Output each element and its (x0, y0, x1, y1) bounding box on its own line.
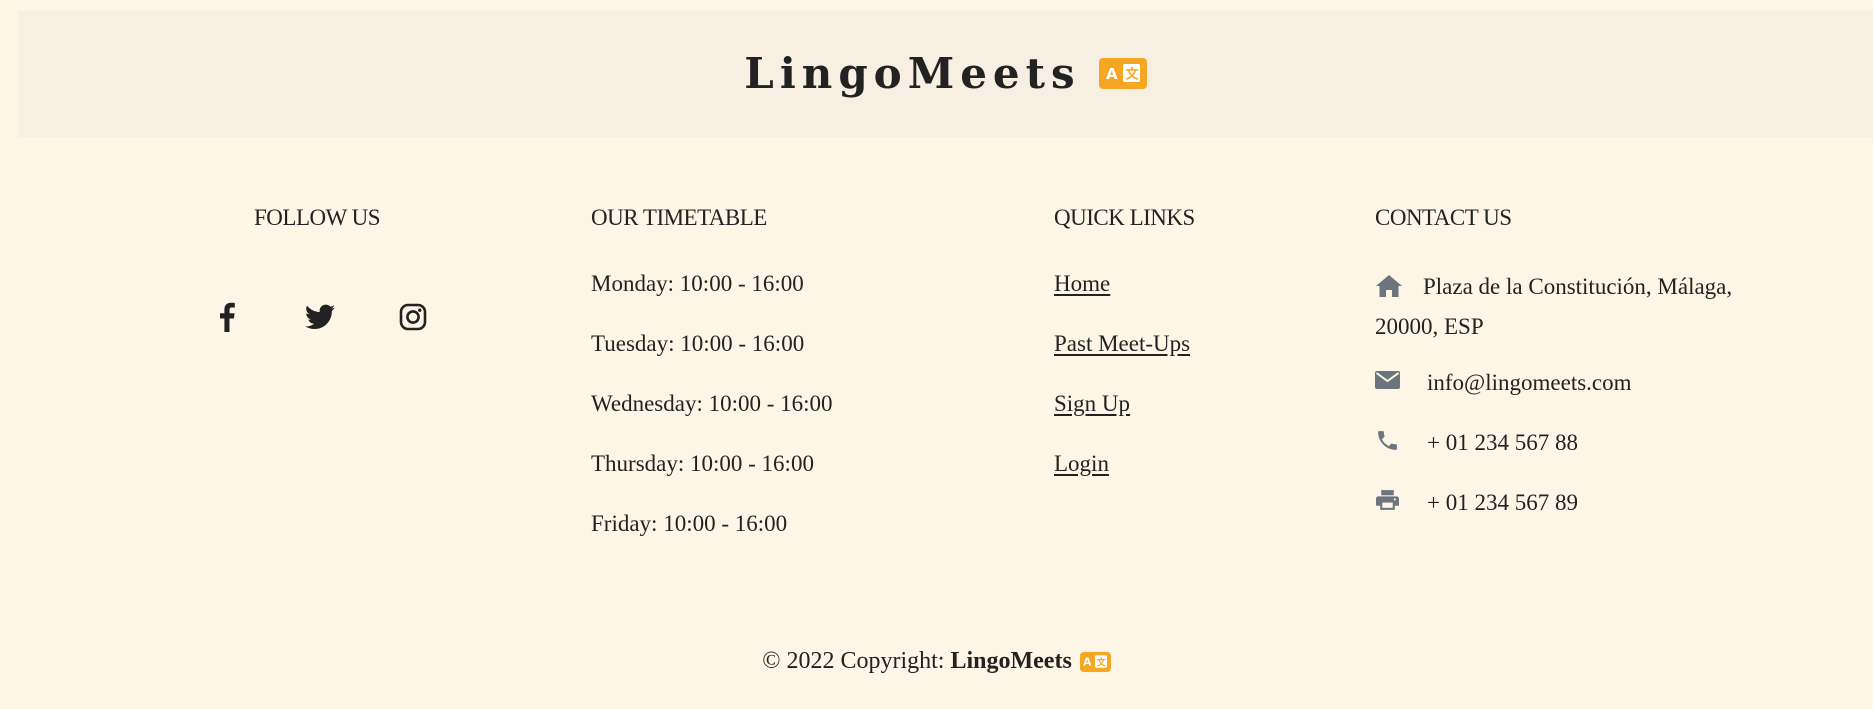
timetable-row: Monday: 10:00 - 16:00 (591, 271, 804, 296)
svg-text:文: 文 (1096, 656, 1107, 668)
printer-icon (1375, 485, 1403, 515)
home-icon (1375, 273, 1403, 309)
timetable-heading: OUR TIMETABLE (591, 205, 767, 230)
follow-us-section: FOLLOW US (254, 205, 381, 231)
contact-address: Plaza de la Constitución, Málaga, 20000,… (1375, 269, 1755, 345)
address-text: Plaza de la Constitución, Málaga, 20000,… (1375, 274, 1733, 339)
copyright-brand[interactable]: LingoMeets (950, 648, 1071, 675)
contact-fax: + 01 234 567 89 (1375, 485, 1755, 521)
link-login[interactable]: Login (1054, 451, 1109, 476)
timetable-row: Wednesday: 10:00 - 16:00 (591, 391, 833, 416)
contact-section: CONTACT US Plaza de la Constitución, Mál… (1375, 205, 1755, 545)
quick-links-heading: QUICK LINKS (1054, 205, 1195, 230)
timetable-row: Thursday: 10:00 - 16:00 (591, 451, 814, 476)
svg-text:文: 文 (1125, 67, 1139, 83)
copyright-text: © 2022 Copyright: (762, 648, 945, 674)
facebook-icon[interactable] (212, 300, 242, 334)
contact-email: info@lingomeets.com (1375, 365, 1755, 401)
link-home[interactable]: Home (1054, 271, 1110, 296)
brand-logo[interactable]: LingoMeets A 文 (744, 48, 1147, 98)
follow-us-heading: FOLLOW US (254, 205, 381, 230)
svg-text:A: A (1106, 65, 1118, 83)
brand-banner: LingoMeets A 文 (18, 11, 1873, 137)
brand-name: LingoMeets (744, 48, 1081, 98)
contact-list: Plaza de la Constitución, Málaga, 20000,… (1375, 269, 1755, 521)
social-links (212, 300, 428, 334)
phone-icon (1375, 425, 1403, 455)
instagram-icon[interactable] (398, 300, 428, 334)
fax-text: + 01 234 567 89 (1427, 490, 1578, 515)
copyright-bar: © 2022 Copyright: LingoMeets A 文 (0, 648, 1873, 675)
twitter-icon[interactable] (305, 300, 335, 334)
email-text[interactable]: info@lingomeets.com (1427, 365, 1632, 401)
svg-text:A: A (1083, 657, 1092, 669)
timetable-section: OUR TIMETABLE Monday: 10:00 - 16:00 Tues… (591, 205, 833, 569)
phone-text: + 01 234 567 88 (1427, 430, 1578, 455)
contact-heading: CONTACT US (1375, 205, 1512, 230)
link-sign-up[interactable]: Sign Up (1054, 391, 1130, 416)
translate-icon: A 文 (1079, 651, 1111, 672)
translate-icon: A 文 (1098, 57, 1147, 89)
contact-phone: + 01 234 567 88 (1375, 425, 1755, 461)
envelope-icon (1375, 365, 1403, 395)
timetable-list: Monday: 10:00 - 16:00 Tuesday: 10:00 - 1… (591, 269, 833, 539)
quick-links-section: QUICK LINKS Home Past Meet-Ups Sign Up L… (1054, 205, 1195, 509)
timetable-row: Tuesday: 10:00 - 16:00 (591, 331, 805, 356)
timetable-row: Friday: 10:00 - 16:00 (591, 511, 788, 536)
link-past-meet-ups[interactable]: Past Meet-Ups (1054, 331, 1190, 356)
quick-links-list: Home Past Meet-Ups Sign Up Login (1054, 269, 1195, 479)
